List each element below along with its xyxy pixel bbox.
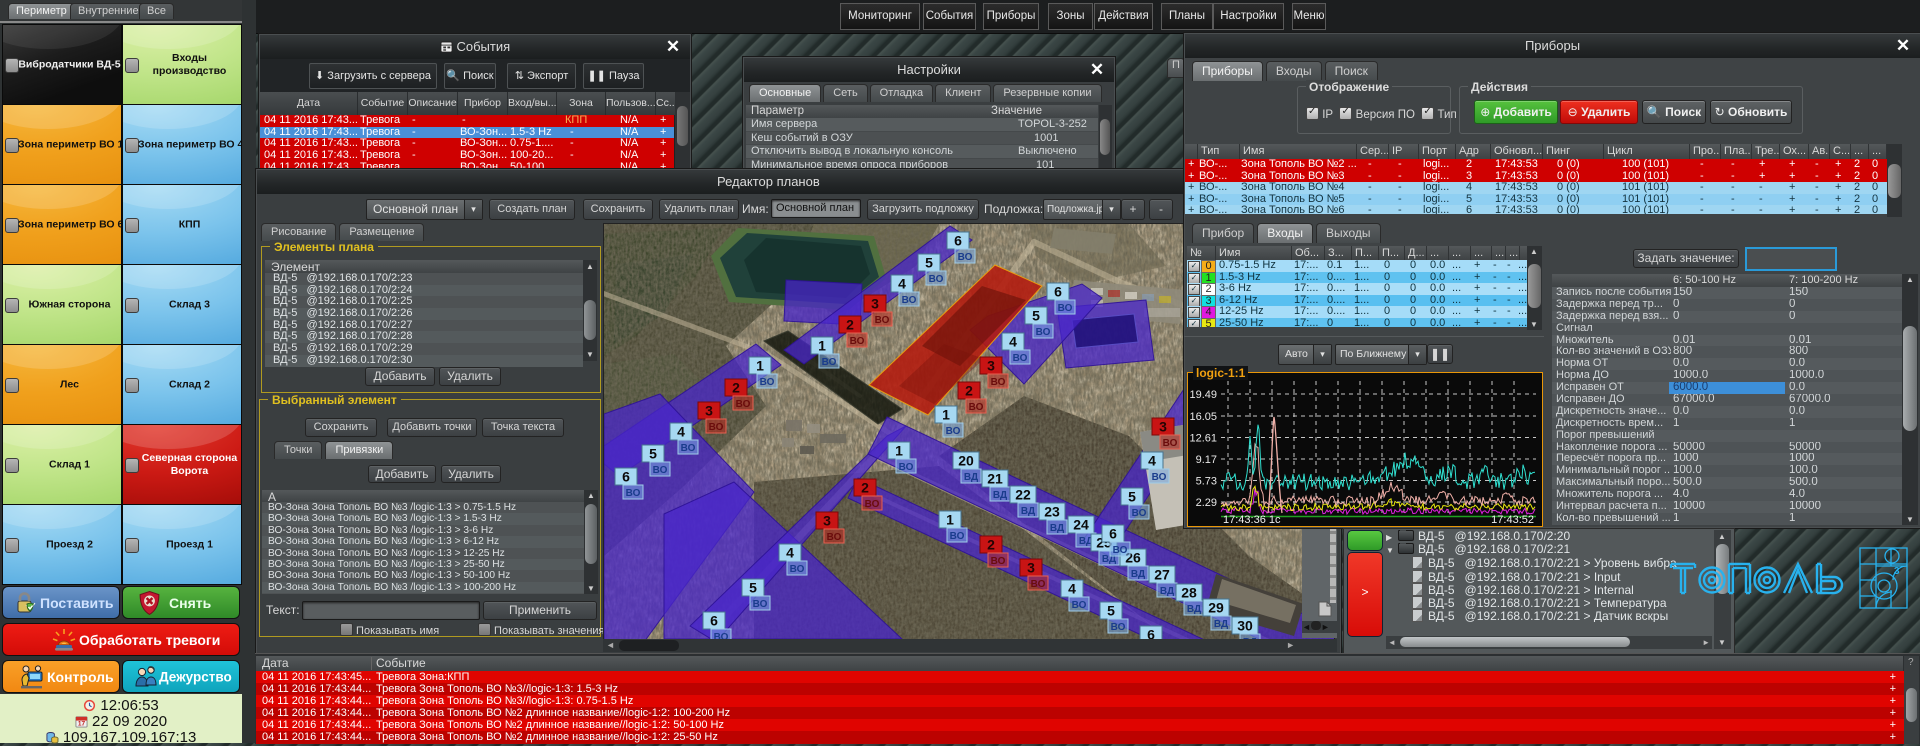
svg-text:17: 17 [78,721,86,728]
svg-text:2: 2 [846,317,854,333]
svg-text:ВО: ВО [958,252,973,263]
svg-text:ВО: ВО [790,564,805,575]
svg-text:4: 4 [1068,581,1076,597]
svg-text:4: 4 [898,276,906,292]
svg-text:5: 5 [925,255,933,271]
svg-text:6: 6 [1109,526,1117,542]
svg-text:4: 4 [1148,453,1156,469]
svg-text:ВО: ВО [991,377,1006,388]
svg-text:19.49: 19.49 [1189,389,1217,401]
svg-text:ВД: ВД [964,472,978,483]
svg-text:6: 6 [1147,627,1155,640]
svg-text:ВО: ВО [1058,303,1073,314]
svg-text:ВД: ВД [1050,523,1064,534]
svg-text:2: 2 [732,380,740,396]
svg-text:22: 22 [1015,487,1031,503]
svg-text:ВО: ВО [950,531,965,542]
svg-text:ВО: ВО [899,462,914,473]
svg-text:ВО: ВО [653,465,668,476]
svg-text:ВО: ВО [736,399,751,410]
svg-text:ВО: ВО [1072,600,1087,611]
svg-text:4: 4 [1009,334,1017,350]
svg-text:ВО: ВО [991,556,1006,567]
svg-text:ВО: ВО [902,295,917,306]
svg-text:4: 4 [786,545,794,561]
svg-text:ВО: ВО [626,488,641,499]
svg-text:ВД: ВД [1021,506,1035,517]
svg-text:ВО: ВО [709,422,724,433]
svg-text:ВО: ВО [1163,438,1178,449]
svg-text:6: 6 [954,233,962,249]
svg-text:ВО: ВО [1031,579,1046,590]
svg-text:16.05: 16.05 [1189,411,1217,423]
svg-text:2: 2 [861,480,869,496]
svg-text:ВО: ВО [875,315,890,326]
svg-text:5: 5 [749,580,757,596]
svg-text:ВО: ВО [753,599,768,610]
svg-text:ВО: ВО [827,532,842,543]
svg-text:3: 3 [1159,419,1167,435]
svg-text:ВО: ВО [681,443,696,454]
svg-text:ВО: ВО [969,402,984,413]
svg-text:ВО: ВО [865,499,880,510]
svg-text:3: 3 [823,513,831,529]
svg-text:ВО: ВО [929,274,944,285]
svg-text:ВО: ВО [1013,353,1028,364]
svg-text:1: 1 [946,512,954,528]
svg-text:21: 21 [987,471,1003,487]
svg-text:30: 30 [1237,618,1253,634]
svg-text:3: 3 [1894,566,1900,577]
svg-text:27: 27 [1154,567,1170,583]
svg-text:ВО: ВО [850,336,865,347]
svg-text:24: 24 [1073,517,1089,533]
svg-text:ВО: ВО [714,632,729,639]
svg-text:3: 3 [705,403,713,419]
svg-text:5: 5 [649,446,657,462]
svg-text:ВО: ВО [1113,545,1128,556]
svg-text:ВО: ВО [822,357,837,368]
svg-text:5: 5 [1128,489,1136,505]
svg-text:1: 1 [756,358,764,374]
svg-text:ВО: ВО [946,426,961,437]
svg-text:ВО: ВО [1111,622,1126,633]
svg-text:5: 5 [1107,603,1115,619]
svg-text:5: 5 [1032,308,1040,324]
svg-text:ВД: ВД [993,490,1007,501]
svg-text:ВД: ВД [1160,586,1174,597]
svg-text:20: 20 [958,453,974,469]
svg-text:12.61: 12.61 [1189,433,1217,445]
svg-text:3: 3 [871,296,879,312]
svg-text:17:43:52: 17:43:52 [1491,514,1534,524]
svg-text:9.17: 9.17 [1196,454,1217,466]
svg-text:5.73: 5.73 [1196,476,1217,488]
svg-text:4: 4 [677,424,685,440]
svg-text:3: 3 [987,358,995,374]
svg-text:ВО: ВО [1132,508,1147,519]
svg-text:1: 1 [942,407,950,423]
svg-text:2: 2 [987,537,995,553]
svg-text:1: 1 [818,338,826,354]
svg-text:ВО: ВО [760,377,775,388]
svg-text:3: 3 [1027,560,1035,576]
svg-text:2: 2 [965,383,973,399]
svg-text:17:43:36 1c: 17:43:36 1c [1223,514,1281,524]
svg-text:1: 1 [895,443,903,459]
svg-text:ВД: ВД [1214,619,1228,630]
svg-text:ВО: ВО [1036,327,1051,338]
svg-text:ВД: ВД [1131,569,1145,580]
svg-text:6: 6 [1054,284,1062,300]
svg-text:ВО: ВО [1152,472,1167,483]
svg-text:29: 29 [1208,600,1224,616]
svg-text:6: 6 [622,469,630,485]
svg-text:6: 6 [710,613,718,629]
svg-text:2.29: 2.29 [1196,497,1217,509]
svg-text:ВД: ВД [1187,604,1201,615]
svg-text:23: 23 [1044,504,1060,520]
svg-text:28: 28 [1181,585,1197,601]
